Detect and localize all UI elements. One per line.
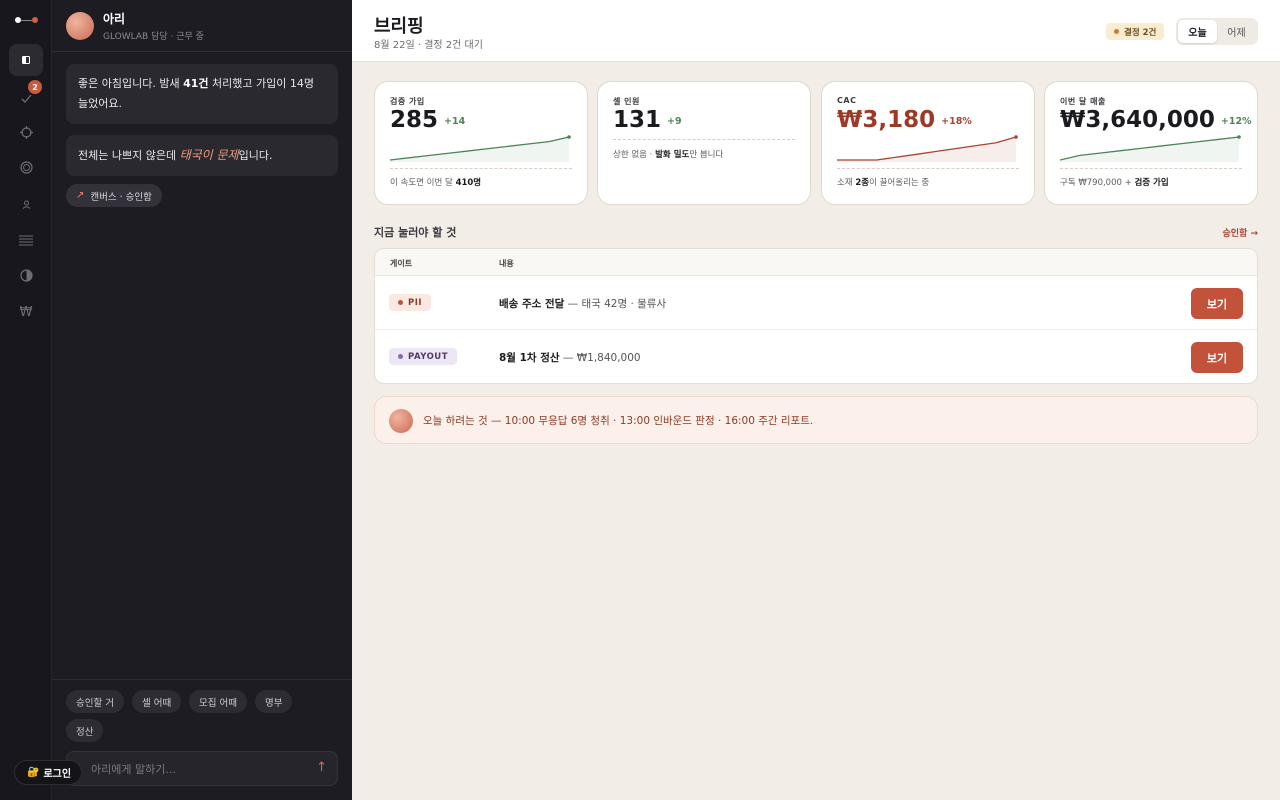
view-button[interactable]: 보기 bbox=[1191, 288, 1243, 319]
gate-badge-pii: PII bbox=[389, 294, 432, 311]
sparkline-area bbox=[837, 137, 1016, 162]
approvals-check-icon[interactable]: 2 bbox=[9, 80, 43, 114]
kpi-delta: +9 bbox=[667, 116, 682, 127]
logo-icon bbox=[14, 14, 40, 26]
contrast-icon[interactable] bbox=[9, 259, 43, 291]
tab-today[interactable]: 오늘 bbox=[1178, 20, 1217, 43]
briefing-nav-icon[interactable] bbox=[9, 44, 43, 76]
target-icon[interactable] bbox=[9, 116, 43, 148]
quick-chip[interactable]: 승인할 거 bbox=[66, 690, 124, 713]
icon-rail: 2 ₩ bbox=[0, 0, 52, 800]
page-title: 브리핑 bbox=[374, 16, 424, 37]
tab-yesterday[interactable]: 어제 bbox=[1217, 20, 1256, 43]
kpi-label: 이번 달 매출 bbox=[1060, 97, 1106, 106]
day-toggle: 오늘 어제 bbox=[1176, 18, 1258, 45]
person-icon[interactable] bbox=[9, 188, 43, 220]
arrow-up-right-icon: ↗ bbox=[76, 190, 85, 201]
kpi-delta: +12% bbox=[1220, 116, 1252, 127]
status-dot-icon bbox=[1114, 29, 1119, 34]
kpi-card-signups[interactable]: 검증 가입 285 +14 이 속도면 이번 달 410명 bbox=[374, 81, 588, 205]
send-arrow-icon[interactable]: ↑ bbox=[316, 761, 327, 774]
kpi-value: 131 +9 bbox=[613, 107, 682, 133]
quick-chip[interactable]: 정산 bbox=[66, 719, 104, 742]
cac-sparkline bbox=[837, 135, 1018, 162]
agent-name: 아리 bbox=[103, 11, 126, 26]
quick-chip[interactable]: 명부 bbox=[255, 690, 293, 713]
agent-avatar bbox=[389, 409, 413, 433]
decision-badge[interactable]: 결정 2건 bbox=[1106, 23, 1165, 40]
view-button[interactable]: 보기 bbox=[1191, 342, 1243, 373]
kpi-card-revenue[interactable]: 이번 달 매출 ₩3,640,000 +12% 구독 ₩790,000 + 검증 … bbox=[1044, 81, 1258, 205]
section-title: 지금 눌러야 할 것 bbox=[374, 226, 457, 239]
page-header: 브리핑 8월 22일 · 결정 2건 대기 결정 2건 오늘 어제 bbox=[352, 0, 1280, 62]
gate-badge-payout: PAYOUT bbox=[389, 348, 457, 365]
won-currency-icon[interactable]: ₩ bbox=[9, 296, 43, 328]
chat-input[interactable]: 아리에게 말하기... ↑ bbox=[66, 751, 338, 786]
kpi-footer: 상한 없음 · 발화 밀도만 봅니다 bbox=[613, 150, 724, 160]
agent-chat-panel: 아리 GLOWLAB 담당 · 근무 중 좋은 아침입니다. 밤새 41건 처리… bbox=[52, 0, 352, 800]
quick-chip[interactable]: 모집 어때 bbox=[189, 690, 247, 713]
daily-plan-banner: 오늘 하려는 것 — 10:00 무응답 6명 청취 · 13:00 인바운드 … bbox=[374, 396, 1258, 444]
circle-icon[interactable] bbox=[9, 151, 43, 183]
page-subtitle: 8월 22일 · 결정 2건 대기 bbox=[374, 40, 483, 51]
chat-header: 아리 GLOWLAB 담당 · 근무 중 bbox=[52, 0, 352, 52]
kpi-label: CAC bbox=[837, 96, 857, 105]
kpi-delta: +14 bbox=[444, 116, 466, 127]
sparkline-endpoint bbox=[1237, 135, 1241, 139]
quick-chip[interactable]: 셀 어때 bbox=[132, 690, 182, 713]
approvals-link[interactable]: 승인함 → bbox=[1222, 226, 1258, 239]
row-content: 8월 1차 정산 — ₩1,840,000 bbox=[499, 352, 641, 364]
plan-text: 오늘 하려는 것 — 10:00 무응답 6명 청취 · 13:00 인바운드 … bbox=[423, 415, 814, 427]
kpi-footer: 구독 ₩790,000 + 검증 가입 bbox=[1060, 178, 1169, 188]
agent-avatar bbox=[66, 11, 94, 40]
chat-message: 전체는 나쁘지 않은데 태국이 문제입니다. bbox=[66, 135, 338, 176]
kpi-delta: +18% bbox=[941, 116, 972, 127]
canvas-approvals-chip[interactable]: ↗ 캔버스 · 승인함 bbox=[66, 184, 162, 207]
kpi-card-cac[interactable]: CAC ₩3,180 +18% 소재 2종이 끌어올리는 중 bbox=[821, 81, 1035, 205]
table-row: PII 배송 주소 전달 — 태국 42명 · 물류사 보기 bbox=[375, 276, 1257, 330]
chat-footer bbox=[52, 679, 352, 680]
kpi-value: 285 +14 bbox=[390, 107, 466, 133]
login-button[interactable]: 🔐 로그인 bbox=[14, 760, 83, 785]
notification-badge: 2 bbox=[28, 80, 42, 94]
table-row: PAYOUT 8월 1차 정산 — ₩1,840,000 보기 bbox=[375, 330, 1257, 383]
kpi-value: ₩3,180 +18% bbox=[837, 107, 972, 133]
kpi-footer: 이 속도면 이번 달 410명 bbox=[390, 178, 482, 188]
kpi-label: 셀 인원 bbox=[613, 97, 640, 106]
kpi-card-cell-members[interactable]: 셀 인원 131 +9 상한 없음 · 발화 밀도만 봅니다 bbox=[597, 81, 811, 205]
row-content: 배송 주소 전달 — 태국 42명 · 물류사 bbox=[499, 298, 667, 310]
sparkline-endpoint bbox=[567, 135, 571, 139]
revenue-sparkline bbox=[1060, 135, 1241, 162]
action-table: 게이트 내용 PII 배송 주소 전달 — 태국 42명 · 물류사 보기 PA… bbox=[374, 248, 1258, 384]
lock-icon: 🔐 bbox=[27, 767, 40, 778]
agent-status: GLOWLAB 담당 · 근무 중 bbox=[103, 31, 204, 42]
kpi-value: ₩3,640,000 +12% bbox=[1060, 107, 1252, 133]
sparkline-endpoint bbox=[1014, 135, 1018, 139]
chat-message: 좋은 아침입니다. 밤새 41건 처리했고 가입이 14명 늘었어요. bbox=[66, 64, 338, 124]
kpi-footer: 소재 2종이 끌어올리는 중 bbox=[837, 178, 930, 188]
signups-sparkline bbox=[390, 135, 571, 162]
main-content: 브리핑 8월 22일 · 결정 2건 대기 결정 2건 오늘 어제 검증 가입 … bbox=[352, 0, 1280, 800]
kpi-label: 검증 가입 bbox=[390, 97, 425, 106]
list-icon[interactable] bbox=[9, 224, 43, 256]
table-header: 게이트 내용 bbox=[375, 249, 1257, 276]
